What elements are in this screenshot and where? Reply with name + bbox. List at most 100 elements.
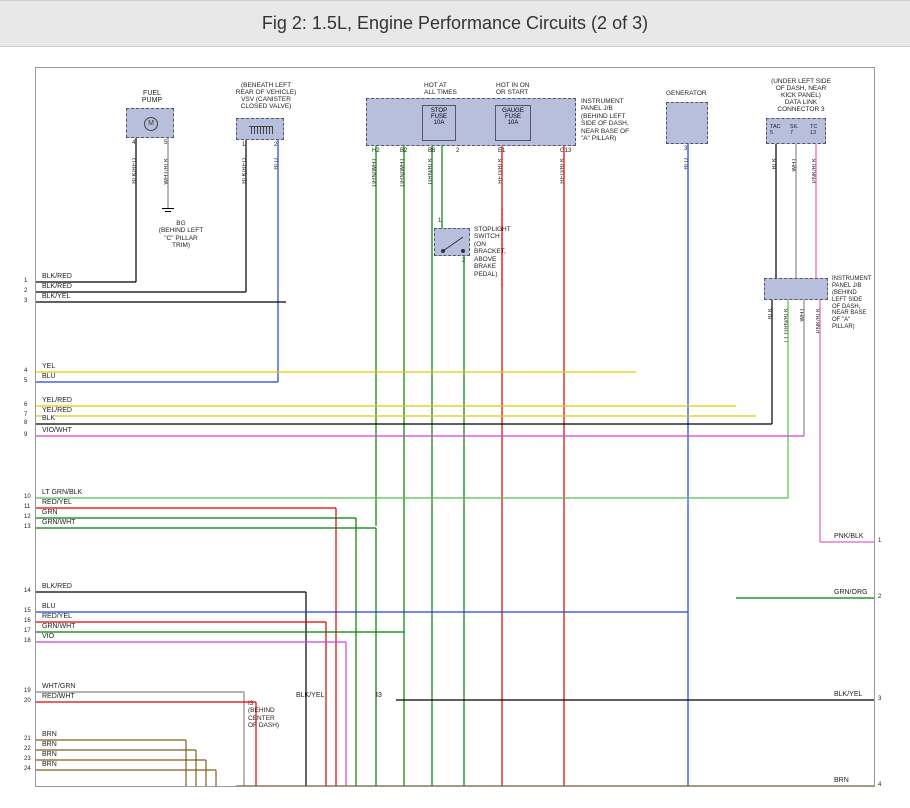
pin: TC13 [810, 124, 817, 136]
pin: 2 [462, 258, 465, 264]
wire-label-v: BLU [274, 158, 280, 170]
wire-label-v: GRN/WHT [372, 158, 378, 187]
left-pin: 20 [24, 698, 31, 704]
left-pin: 19 [24, 688, 31, 694]
pin: 2 [456, 148, 459, 154]
left-pin: 2 [24, 288, 27, 294]
stoplight-switch-box [434, 228, 470, 256]
pin: G13 [560, 148, 571, 154]
wire-label: RED/YEL [42, 613, 72, 620]
fusebox-note: INSTRUMENTPANEL J/B(BEHIND LEFTSIDE OF D… [581, 98, 629, 143]
left-pin: 4 [24, 368, 27, 374]
stop-fuse: STOPFUSE10A [422, 105, 456, 141]
left-pin: 5 [24, 378, 27, 384]
ground-icon [162, 208, 174, 212]
wire-label: GRN [42, 509, 58, 516]
left-pin: 6 [24, 402, 27, 408]
left-pin: 9 [24, 432, 27, 438]
pin: 3 [684, 146, 687, 152]
wire-label: BLK/RED [42, 583, 72, 590]
wire-label: RED/YEL [42, 499, 72, 506]
wire-label-v: BLK [768, 308, 774, 319]
wire-label-v: WHT [800, 308, 806, 322]
wiring-diagram: FUELPUMP M 4 5 (BENEATH LEFTREAR OF VEHI… [0, 47, 910, 787]
gauge-fuse: GAUGEFUSE10A [495, 105, 531, 141]
wire-label: VIO [42, 633, 54, 640]
wire-label-v: PNK/BLK [812, 158, 818, 183]
wire-label-v: BLK [772, 158, 778, 169]
pin: 5 [164, 140, 167, 146]
left-pin: 17 [24, 628, 31, 634]
wire-label: BLK/RED [42, 273, 72, 280]
left-pin: 12 [24, 514, 31, 520]
wire-label-v: LT GRN/BLK [784, 308, 790, 342]
wire-label-v: WHT [792, 158, 798, 172]
wire-label: BRN [42, 751, 57, 758]
generator-label: GENERATOR [666, 90, 707, 97]
wire-label: BLK/YEL [834, 691, 862, 698]
stoplight-label: STOPLIGHTSWITCH(ONBRACKET,ABOVEBRAKEPEDA… [474, 226, 511, 278]
hot-on-label: HOT IN ONOR START [496, 82, 529, 96]
wire-label: GRN/WHT [42, 519, 75, 526]
jb-connector [764, 278, 828, 300]
wire-label-v: RED/BLK [498, 158, 504, 184]
wire-label: BLK [42, 415, 55, 422]
left-pin: 24 [24, 766, 31, 772]
wire-label: BLK/YEL [42, 293, 70, 300]
wire-label: YEL/RED [42, 397, 72, 404]
jb-note: INSTRUMENTPANEL J/B(BEHINDLEFT SIDEOF DA… [832, 276, 871, 331]
right-pin: 1 [878, 538, 881, 544]
figure-title: Fig 2: 1.5L, Engine Performance Circuits… [0, 0, 910, 47]
wire-label: I3 [376, 692, 382, 699]
pin: SIL7 [790, 124, 798, 136]
wire-label: GRN/WHT [42, 623, 75, 630]
right-pin: 2 [878, 594, 881, 600]
diagram-canvas: FUELPUMP M 4 5 (BENEATH LEFTREAR OF VEHI… [35, 67, 875, 787]
wire-label: BLK/YEL [296, 692, 324, 699]
vsv-box [236, 118, 284, 140]
pin: 2 [274, 142, 277, 148]
right-pin: 3 [878, 696, 881, 702]
pin: 1 [242, 142, 245, 148]
wire-label: YEL/RED [42, 407, 72, 414]
wire-label: GRN/ORG [834, 589, 867, 596]
wire-label: YEL [42, 363, 55, 370]
wire-label: RED/WHT [42, 693, 75, 700]
wire-label-v: GRN/WHT [400, 158, 406, 187]
pin: 4 [132, 140, 135, 146]
wire-label-v: WHT/BLK [164, 158, 170, 185]
switch-icon [435, 229, 471, 257]
left-pin: 10 [24, 494, 31, 500]
left-pin: 15 [24, 608, 31, 614]
right-pin: 4 [878, 782, 881, 787]
wire-label-v: BLK/RED [242, 158, 248, 184]
left-pin: 14 [24, 588, 31, 594]
generator-box [666, 102, 708, 144]
pin: TAC5 [770, 124, 781, 136]
left-pin: 13 [24, 524, 31, 530]
left-pin: 1 [24, 278, 27, 284]
wire-label-v: BLK/RED [132, 158, 138, 184]
hot-all-label: HOT ATALL TIMES [424, 82, 457, 96]
wire-label: LT GRN/BLK [42, 489, 82, 496]
vsv-label: (BENEATH LEFTREAR OF VEHICLE)VSV (CANIST… [226, 82, 306, 110]
left-pin: 7 [24, 412, 27, 418]
ground-label: BG(BEHIND LEFT"C" PILLARTRIM) [146, 220, 216, 250]
wire-label: BRN [42, 731, 57, 738]
dlc-label: (UNDER LEFT SIDEOF DASH, NEARKICK PANEL)… [756, 78, 846, 113]
wire-label: BRN [834, 777, 849, 784]
coil-icon [249, 126, 273, 134]
wire-label-v: BLU [684, 158, 690, 170]
pin: H2 [372, 148, 380, 154]
wire-network [36, 68, 874, 786]
left-pin: 18 [24, 638, 31, 644]
wire-label: VIO/WHT [42, 427, 72, 434]
wire-label-v: GRN/BLK [428, 158, 434, 184]
wire-label: PNK/BLK [834, 533, 864, 540]
wire-label-v: PNK/BLK [816, 308, 822, 333]
wire-label-v: RED/BLK [560, 158, 566, 184]
pin: 1 [438, 218, 441, 224]
wire-label: BLU [42, 373, 56, 380]
left-pin: 22 [24, 746, 31, 752]
wire-label: WHT/GRN [42, 683, 75, 690]
